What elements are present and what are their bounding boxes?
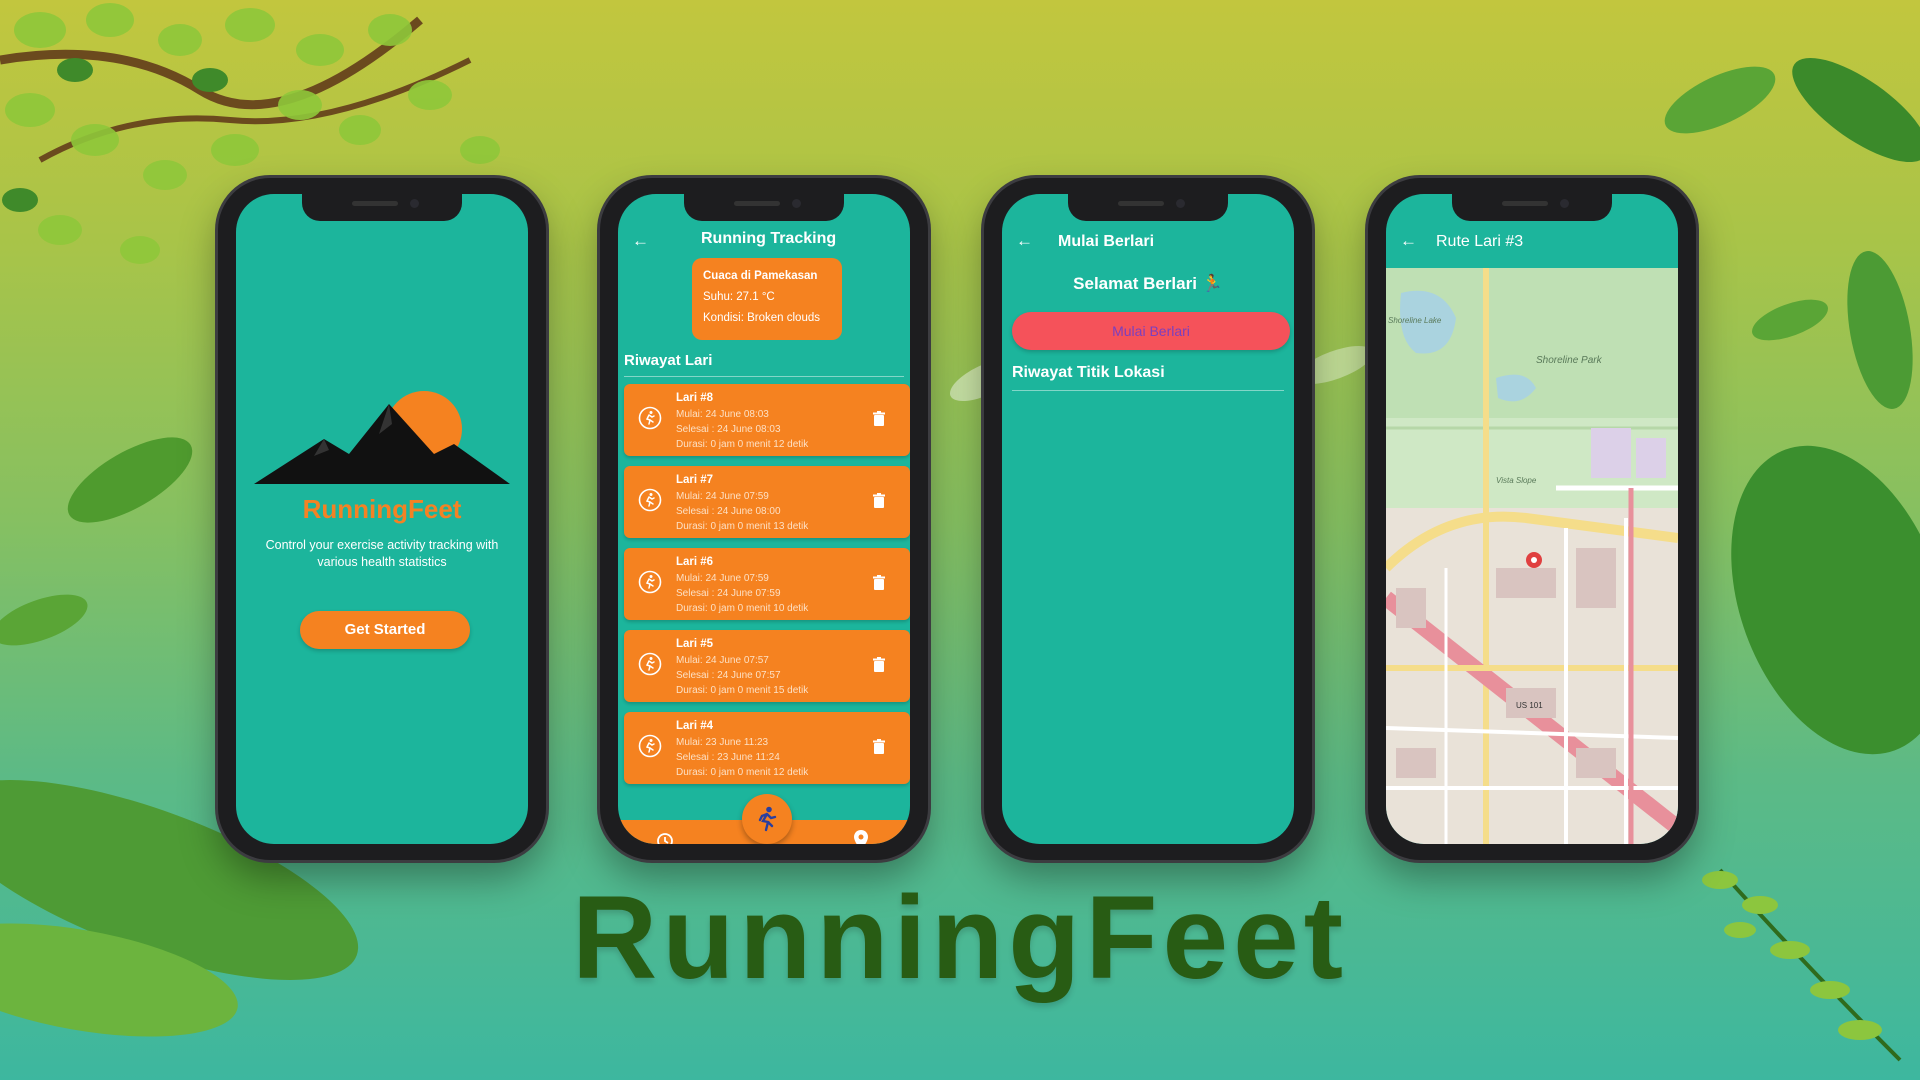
- run-end: Selesai : 23 June 11:24: [676, 752, 780, 763]
- run-card[interactable]: Lari #7 Mulai: 24 June 07:59 Selesai : 2…: [624, 466, 910, 538]
- run-duration: Durasi: 0 jam 0 menit 10 detik: [676, 603, 809, 614]
- get-started-button[interactable]: Get Started: [300, 611, 470, 649]
- weather-card: Cuaca di Pamekasan Suhu: 27.1 °C Kondisi…: [692, 258, 842, 340]
- map-label-slope: Vista Slope: [1496, 476, 1537, 485]
- start-run-app-bar: ← Mulai Berlari: [1002, 222, 1294, 262]
- route-screen: ← Rute Lari #3 Shoreline Lake Shoreline …: [1386, 194, 1678, 844]
- run-card[interactable]: Lari #4 Mulai: 23 June 11:23 Selesai : 2…: [624, 712, 910, 784]
- divider: [1012, 390, 1284, 391]
- notch: [1452, 194, 1612, 221]
- run-start: Mulai: 24 June 07:59: [676, 491, 769, 502]
- run-card[interactable]: Lari #6 Mulai: 24 June 07:59 Selesai : 2…: [624, 548, 910, 620]
- notch: [302, 194, 462, 221]
- run-title: Lari #4: [676, 720, 714, 732]
- run-end: Selesai : 24 June 07:57: [676, 670, 781, 681]
- run-start: Mulai: 24 June 08:03: [676, 409, 769, 420]
- run-duration: Durasi: 0 jam 0 menit 15 detik: [676, 685, 809, 696]
- start-run-title: Mulai Berlari: [1058, 233, 1155, 250]
- weather-city: Cuaca di Pamekasan: [703, 270, 818, 282]
- run-title: Lari #5: [676, 638, 714, 650]
- tracking-screen: ← Running Tracking Cuaca di Pamekasan Su…: [618, 194, 910, 844]
- weather-condition: Kondisi: Broken clouds: [703, 312, 820, 324]
- back-arrow-icon[interactable]: ←: [1016, 231, 1033, 251]
- route-app-bar: ← Rute Lari #3: [1386, 222, 1678, 262]
- notch: [684, 194, 844, 221]
- running-icon: [638, 488, 662, 512]
- divider: [624, 376, 904, 377]
- start-running-button[interactable]: Mulai Berlari: [1012, 312, 1290, 350]
- phone-tracking: ← Running Tracking Cuaca di Pamekasan Su…: [600, 178, 928, 860]
- splash-screen: RunningFeet Control your exercise activi…: [236, 194, 528, 844]
- notch: [1068, 194, 1228, 221]
- trash-icon[interactable]: [873, 411, 885, 426]
- run-title: Lari #8: [676, 392, 714, 404]
- trash-icon[interactable]: [873, 575, 885, 590]
- running-icon: [758, 806, 777, 832]
- hero-title: RunningFeet: [571, 872, 1349, 1004]
- phone-start-run: ← Mulai Berlari Selamat Berlari 🏃 Mulai …: [984, 178, 1312, 860]
- running-icon: [638, 406, 662, 430]
- mountain-sun-logo: [254, 391, 510, 484]
- running-icon: [638, 652, 662, 676]
- app-brand-name: RunningFeet: [302, 494, 462, 524]
- tracking-title: Running Tracking: [701, 230, 837, 247]
- trash-icon[interactable]: [873, 739, 885, 754]
- running-icon: [638, 570, 662, 594]
- route-title: Rute Lari #3: [1436, 233, 1524, 250]
- back-arrow-icon[interactable]: ←: [632, 231, 649, 251]
- run-end: Selesai : 24 June 08:00: [676, 506, 781, 517]
- run-start: Mulai: 24 June 07:57: [676, 655, 769, 666]
- location-history-heading: Riwayat Titik Lokasi: [1012, 364, 1165, 381]
- history-heading: Riwayat Lari: [624, 352, 713, 369]
- run-start: Mulai: 23 June 11:23: [676, 737, 769, 748]
- trash-icon[interactable]: [873, 493, 885, 508]
- map-label-lake: Shoreline Lake: [1388, 316, 1442, 325]
- run-duration: Durasi: 0 jam 0 menit 12 detik: [676, 767, 809, 778]
- phone-splash: RunningFeet Control your exercise activi…: [218, 178, 546, 860]
- weather-temp: Suhu: 27.1 °C: [703, 291, 775, 303]
- start-run-screen: ← Mulai Berlari Selamat Berlari 🏃 Mulai …: [1002, 194, 1294, 844]
- run-duration: Durasi: 0 jam 0 menit 13 detik: [676, 521, 809, 532]
- run-card[interactable]: Lari #8 Mulai: 24 June 08:03 Selesai : 2…: [624, 384, 910, 456]
- phone-route: ← Rute Lari #3 Shoreline Lake Shoreline …: [1368, 178, 1696, 860]
- location-pin-icon[interactable]: [854, 830, 868, 844]
- run-end: Selesai : 24 June 08:03: [676, 424, 781, 435]
- run-start: Mulai: 24 June 07:59: [676, 573, 769, 584]
- route-map[interactable]: Shoreline Lake Shoreline Park Vista Slop…: [1386, 268, 1678, 844]
- running-icon: [638, 734, 662, 758]
- map-label-park: Shoreline Park: [1536, 355, 1603, 366]
- run-card[interactable]: Lari #5 Mulai: 24 June 07:57 Selesai : 2…: [624, 630, 910, 702]
- tracking-app-bar: ← Running Tracking: [618, 222, 910, 262]
- run-duration: Durasi: 0 jam 0 menit 12 detik: [676, 439, 809, 450]
- history-icon[interactable]: [656, 832, 674, 844]
- start-run-fab[interactable]: [742, 794, 792, 844]
- app-tagline: Control your exercise activity tracking …: [265, 538, 499, 569]
- trash-icon[interactable]: [873, 657, 885, 672]
- map-label-highway: US 101: [1516, 701, 1543, 710]
- run-title: Lari #6: [676, 556, 714, 568]
- greeting-text: Selamat Berlari 🏃: [1073, 274, 1223, 293]
- run-end: Selesai : 24 June 07:59: [676, 588, 781, 599]
- back-arrow-icon[interactable]: ←: [1400, 231, 1417, 251]
- run-title: Lari #7: [676, 474, 714, 486]
